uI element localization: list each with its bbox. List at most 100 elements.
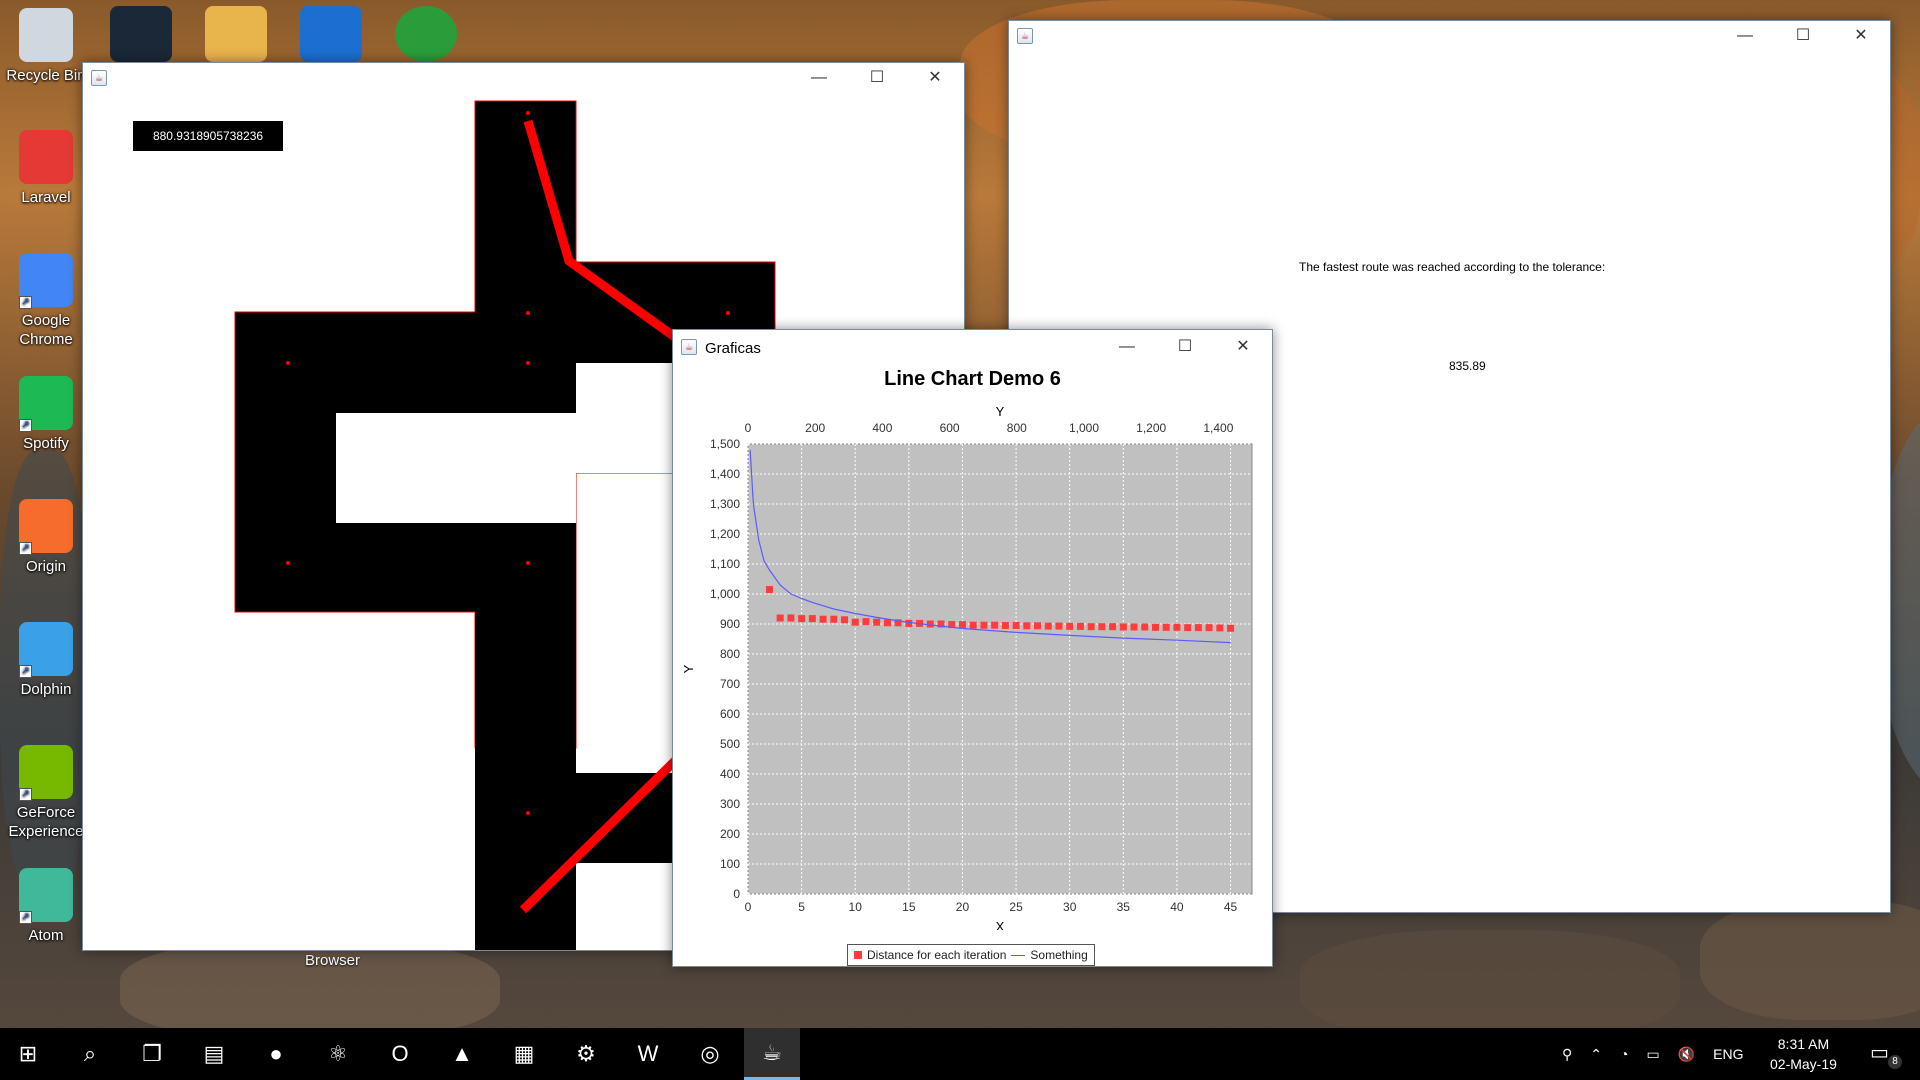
map-white-notch bbox=[576, 863, 683, 950]
folder-desktop-icon[interactable] bbox=[205, 6, 267, 62]
clock-time: 8:31 AM bbox=[1777, 1036, 1830, 1052]
battery-icon[interactable]: ▭ bbox=[1646, 1046, 1659, 1063]
top-tick-label: 800 bbox=[1007, 421, 1027, 435]
desktop-icon-atom[interactable]: ↗ Atom bbox=[0, 868, 92, 945]
data-point-distance bbox=[1044, 622, 1052, 630]
notification-count: 8 bbox=[1888, 1055, 1902, 1069]
shortcut-arrow-icon: ↗ bbox=[19, 665, 32, 678]
x-tick-label: 0 bbox=[745, 900, 752, 914]
chrome-icon: ↗ bbox=[19, 253, 73, 309]
shortcut-arrow-icon: ↗ bbox=[19, 296, 32, 309]
clock[interactable]: 8:31 AM 02-May-19 bbox=[1770, 1034, 1837, 1074]
spotify-icon: ↗ bbox=[19, 376, 73, 432]
desktop-icon-pdf[interactable]: Laravel bbox=[0, 130, 92, 207]
top-axis-title: Y bbox=[996, 404, 1005, 419]
notification-center-button[interactable]: ▭ 8 bbox=[1870, 1040, 1902, 1069]
settings-icon: ⚙ bbox=[576, 1041, 596, 1066]
data-point-distance bbox=[1119, 623, 1127, 631]
taskbar-java-button[interactable]: ☕ bbox=[744, 1028, 800, 1080]
route-node bbox=[286, 561, 290, 565]
data-point-distance bbox=[841, 616, 849, 624]
desktop-icon-geforce[interactable]: ↗ GeForce Experience bbox=[0, 745, 92, 841]
data-point-distance bbox=[1109, 623, 1117, 631]
taskbar-search-button[interactable]: ⌕ bbox=[62, 1028, 118, 1080]
data-point-distance bbox=[787, 614, 795, 622]
data-point-distance bbox=[776, 614, 784, 622]
data-point-distance bbox=[1141, 623, 1149, 631]
close-button[interactable]: ✕ bbox=[1832, 21, 1890, 51]
desktop-icon-recycle-bin[interactable]: Recycle Bin bbox=[0, 8, 92, 85]
maximize-button[interactable]: ☐ bbox=[1774, 21, 1832, 51]
java-app-icon: ☕ bbox=[1017, 28, 1033, 44]
y-tick-label: 1,000 bbox=[710, 587, 740, 601]
desktop-icon-label: Dolphin bbox=[20, 681, 72, 698]
desktop-icon-spotify[interactable]: ↗ Spotify bbox=[0, 376, 92, 453]
taskbar-task-view-button[interactable]: ❐ bbox=[124, 1028, 180, 1080]
minimize-button[interactable]: — bbox=[1716, 21, 1774, 51]
globe-desktop-icon[interactable] bbox=[395, 6, 457, 62]
data-point-distance bbox=[851, 618, 859, 626]
x-tick-label: 10 bbox=[849, 900, 863, 914]
y-tick-label: 200 bbox=[720, 827, 740, 841]
volume-muted-icon[interactable]: 🔇 bbox=[1678, 1046, 1695, 1063]
data-point-distance bbox=[969, 621, 977, 629]
network-icon[interactable]: ◔ bbox=[1620, 1046, 1628, 1062]
top-tick-label: 200 bbox=[805, 421, 825, 435]
data-point-distance bbox=[1001, 622, 1009, 629]
y-tick-label: 1,400 bbox=[710, 467, 740, 481]
desktop-icon-origin[interactable]: ↗ Origin bbox=[0, 499, 92, 576]
language-indicator[interactable]: ENG bbox=[1713, 1046, 1743, 1062]
taskbar-settings-button[interactable]: ⚙ bbox=[558, 1028, 614, 1080]
eclipse-icon: ◎ bbox=[700, 1041, 720, 1066]
result-message: The fastest route was reached according … bbox=[1299, 260, 1606, 274]
x-tick-label: 15 bbox=[902, 900, 916, 914]
chart-legend: Distance for each iteration Something bbox=[847, 944, 1095, 966]
close-button[interactable]: ✕ bbox=[906, 63, 964, 93]
y-tick-label: 700 bbox=[720, 677, 740, 691]
browser-label: Browser bbox=[305, 952, 361, 969]
data-point-distance bbox=[1194, 624, 1202, 632]
chevron-up-icon[interactable]: ⌃ bbox=[1590, 1046, 1602, 1063]
data-point-distance bbox=[1130, 623, 1138, 631]
taskbar-opera-button[interactable]: O bbox=[372, 1028, 428, 1080]
maximize-button[interactable]: ☐ bbox=[848, 63, 906, 93]
taskbar-spotify-button[interactable]: ● bbox=[248, 1028, 304, 1080]
data-point-distance bbox=[1227, 624, 1235, 632]
minimize-button[interactable]: — bbox=[790, 63, 848, 93]
data-point-distance bbox=[1216, 624, 1224, 632]
route-node bbox=[526, 361, 530, 365]
atom-icon: ⚛ bbox=[328, 1041, 348, 1066]
taskbar-atom-button[interactable]: ⚛ bbox=[310, 1028, 366, 1080]
route-node bbox=[526, 561, 530, 565]
data-point-distance bbox=[808, 615, 816, 623]
spotify-icon: ● bbox=[269, 1041, 283, 1066]
taskbar-matlab-button[interactable]: ▲ bbox=[434, 1028, 490, 1080]
desktop-icon-chrome[interactable]: ↗ Google Chrome bbox=[0, 253, 92, 349]
java-icon: ☕ bbox=[762, 1039, 782, 1065]
plot-area bbox=[747, 443, 1253, 895]
taskbar-file-explorer-button[interactable]: ▤ bbox=[186, 1028, 242, 1080]
taskbar-calculator-button[interactable]: ▦ bbox=[496, 1028, 552, 1080]
data-point-distance bbox=[1055, 622, 1063, 630]
y-tick-label: 500 bbox=[720, 737, 740, 751]
shortcut-arrow-icon: ↗ bbox=[19, 911, 32, 924]
data-point-distance bbox=[926, 620, 934, 628]
geforce-icon: ↗ bbox=[19, 745, 73, 801]
data-point-distance bbox=[819, 615, 827, 623]
top-tick-label: 1,000 bbox=[1069, 421, 1099, 435]
desktop-icon-dolphin[interactable]: ↗ Dolphin bbox=[0, 622, 92, 699]
taskbar-start-button[interactable]: ⊞ bbox=[0, 1028, 56, 1080]
bluebeam-desktop-icon[interactable] bbox=[300, 6, 362, 62]
desktop-icon-label: Laravel bbox=[21, 189, 71, 206]
people-icon[interactable]: ⚲ bbox=[1562, 1046, 1572, 1063]
y-tick-label: 100 bbox=[720, 857, 740, 871]
data-point-distance bbox=[1098, 623, 1106, 631]
taskbar-eclipse-button[interactable]: ◎ bbox=[682, 1028, 738, 1080]
legend-marker-points bbox=[854, 951, 862, 959]
pdf-icon bbox=[19, 130, 73, 184]
steam-desktop-icon[interactable] bbox=[110, 6, 172, 62]
clock-date: 02-May-19 bbox=[1770, 1056, 1837, 1072]
y-tick-label: 1,200 bbox=[710, 527, 740, 541]
legend-label-something: Something bbox=[1030, 948, 1088, 962]
taskbar-word-button[interactable]: W bbox=[620, 1028, 676, 1080]
